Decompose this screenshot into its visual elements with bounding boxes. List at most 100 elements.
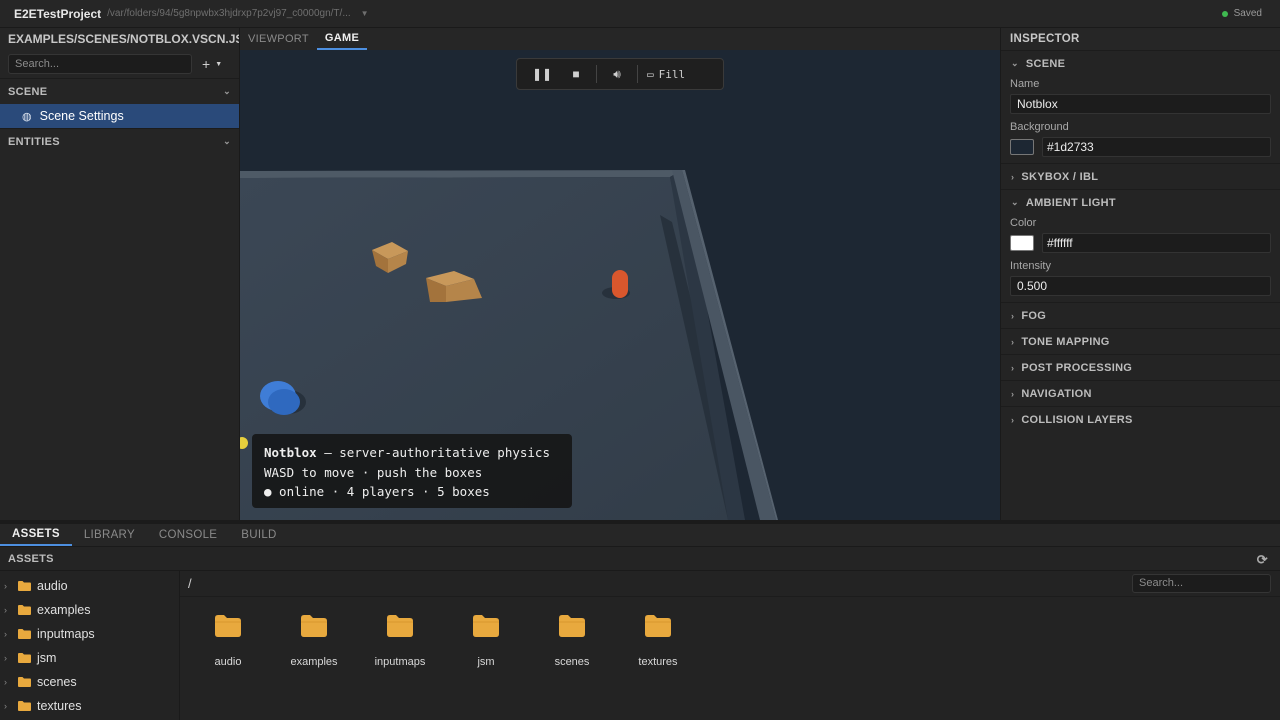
tab-library[interactable]: LIBRARY	[72, 524, 147, 546]
asset-folder-label: inputmaps	[374, 656, 426, 668]
chevron-down-icon: ▼	[215, 60, 223, 68]
fill-mode-button[interactable]: ▭ Fill	[641, 68, 691, 81]
asset-tree-folder[interactable]: › inputmaps	[0, 622, 179, 646]
chevron-right-icon[interactable]: ›	[4, 605, 16, 615]
scene-name-input[interactable]: Notblox	[1010, 94, 1271, 114]
asset-tree-folder[interactable]: › jsm	[0, 646, 179, 670]
chevron-down-icon: ⌄	[223, 136, 231, 146]
chevron-down-icon: ⌄	[223, 86, 231, 96]
assets-header: ASSETS ⟳	[0, 546, 1280, 571]
fog-section-header[interactable]: › FOG	[1001, 302, 1280, 328]
scene-properties-label: SCENE	[1025, 57, 1066, 70]
folder-icon	[215, 615, 241, 637]
asset-folder-item[interactable]: audio	[185, 615, 271, 668]
asset-tree-folder[interactable]: › scenes	[0, 670, 179, 694]
scene-section-header[interactable]: SCENE ⌄	[0, 78, 239, 104]
globe-icon: ◍	[22, 110, 32, 123]
volume-icon: 🔊︎	[613, 66, 621, 81]
chevron-right-icon: ›	[1011, 362, 1015, 373]
asset-tree-folder[interactable]: › examples	[0, 598, 179, 622]
entities-section-header[interactable]: ENTITIES ⌄	[0, 128, 239, 154]
asset-folder-label: audio	[214, 656, 242, 668]
scene-section-label: SCENE	[8, 85, 48, 98]
bottom-tabs: ASSETS LIBRARY CONSOLE BUILD	[0, 520, 1280, 546]
path-dropdown-icon[interactable]: ▼	[361, 9, 369, 18]
asset-folder-item[interactable]: jsm	[443, 615, 529, 668]
chevron-right-icon[interactable]: ›	[4, 677, 16, 687]
folder-icon	[301, 615, 327, 637]
folder-icon	[645, 615, 671, 637]
ambient-color-input[interactable]: #ffffff	[1042, 233, 1271, 253]
scene-properties-header[interactable]: ⌄ SCENE	[1001, 50, 1280, 76]
tab-build[interactable]: BUILD	[229, 524, 288, 546]
tab-console[interactable]: CONSOLE	[147, 524, 229, 546]
save-status-label: Saved	[1233, 8, 1262, 19]
stop-button[interactable]: ■	[559, 62, 593, 86]
intensity-label: Intensity	[1010, 260, 1051, 272]
scene-settings-item[interactable]: ◍ Scene Settings	[0, 104, 239, 128]
folder-icon	[18, 605, 31, 615]
folder-icon	[18, 653, 31, 663]
chevron-right-icon[interactable]: ›	[4, 629, 16, 639]
folder-icon	[18, 629, 31, 639]
folder-icon	[18, 677, 31, 687]
asset-tree-folder[interactable]: › textures	[0, 694, 179, 718]
tone-mapping-section-label: TONE MAPPING	[1021, 335, 1110, 348]
hierarchy-search-input[interactable]: Search...	[8, 54, 192, 74]
folder-icon	[473, 615, 499, 637]
add-entity-button[interactable]: + ▼	[202, 56, 222, 72]
tab-assets[interactable]: ASSETS	[0, 524, 72, 546]
collision-layers-section-header[interactable]: › COLLISION LAYERS	[1001, 406, 1280, 432]
game-viewport[interactable]: ❚❚ ■ 🔊︎ ▭ Fill Notblox — server-authorit…	[240, 50, 1000, 520]
fill-mode-label: Fill	[658, 67, 686, 81]
asset-tree-label: scenes	[37, 675, 77, 689]
pause-button[interactable]: ❚❚	[525, 62, 559, 86]
asset-folder-item[interactable]: textures	[615, 615, 701, 668]
hud-instructions: WASD to move · push the boxes	[264, 464, 483, 480]
chevron-right-icon[interactable]: ›	[4, 701, 16, 711]
hud-subtitle: — server-authoritative physics	[316, 445, 550, 460]
intensity-input[interactable]: 0.500	[1010, 276, 1271, 296]
scene-file-tab[interactable]: EXAMPLES/SCENES/NOTBLOX.VSCN.JSON	[0, 28, 239, 50]
scene-hierarchy-panel: EXAMPLES/SCENES/NOTBLOX.VSCN.JSON Search…	[0, 28, 240, 520]
asset-tree-label: jsm	[37, 651, 57, 665]
background-color-input[interactable]: #1d2733	[1042, 137, 1271, 157]
navigation-section-header[interactable]: › NAVIGATION	[1001, 380, 1280, 406]
save-status: Saved	[1221, 8, 1262, 19]
chevron-right-icon: ›	[1011, 310, 1015, 321]
hierarchy-search-row: Search... + ▼	[0, 50, 239, 78]
asset-folder-item[interactable]: scenes	[529, 615, 615, 668]
ambient-light-header[interactable]: ⌄ AMBIENT LIGHT	[1001, 189, 1280, 215]
toolbar-divider	[596, 65, 597, 83]
refresh-icon[interactable]: ⟳	[1257, 552, 1268, 568]
fog-section-label: FOG	[1021, 309, 1047, 322]
volume-button[interactable]: 🔊︎	[600, 62, 634, 86]
tab-viewport[interactable]: VIEWPORT	[240, 28, 317, 50]
title-bar: E2ETestProject /var/folders/94/5g8npwbx3…	[0, 0, 1280, 28]
assets-header-label: ASSETS	[8, 552, 54, 565]
background-swatch[interactable]	[1010, 139, 1034, 155]
navigation-section-label: NAVIGATION	[1021, 387, 1092, 400]
post-processing-section-header[interactable]: › POST PROCESSING	[1001, 354, 1280, 380]
ambient-color-swatch[interactable]	[1010, 235, 1034, 251]
tone-mapping-section-header[interactable]: › TONE MAPPING	[1001, 328, 1280, 354]
asset-tree-folder[interactable]: › audio	[0, 574, 179, 598]
skybox-section-header[interactable]: › SKYBOX / IBL	[1001, 163, 1280, 189]
project-name: E2ETestProject	[14, 6, 102, 21]
asset-folder-item[interactable]: inputmaps	[357, 615, 443, 668]
chevron-down-icon: ⌄	[1011, 197, 1019, 207]
chevron-right-icon[interactable]: ›	[4, 653, 16, 663]
asset-search-input[interactable]: Search...	[1132, 574, 1271, 593]
asset-folder-label: scenes	[554, 656, 590, 668]
hud-title-line: Notblox — server-authoritative physics	[264, 443, 560, 463]
chevron-right-icon[interactable]: ›	[4, 581, 16, 591]
hud-title: Notblox	[264, 445, 317, 460]
asset-folder-item[interactable]: examples	[271, 615, 357, 668]
hud-status: ● online · 4 players · 5 boxes	[264, 484, 490, 499]
red-player	[612, 270, 628, 298]
entities-section-label: ENTITIES	[8, 135, 60, 148]
tab-game[interactable]: GAME	[316, 28, 368, 50]
project-path: /var/folders/94/5g8npwbx3hjdrxp7p2vj97_c…	[107, 8, 351, 19]
asset-tree-label: examples	[37, 603, 91, 617]
chevron-right-icon: ›	[1011, 336, 1015, 347]
